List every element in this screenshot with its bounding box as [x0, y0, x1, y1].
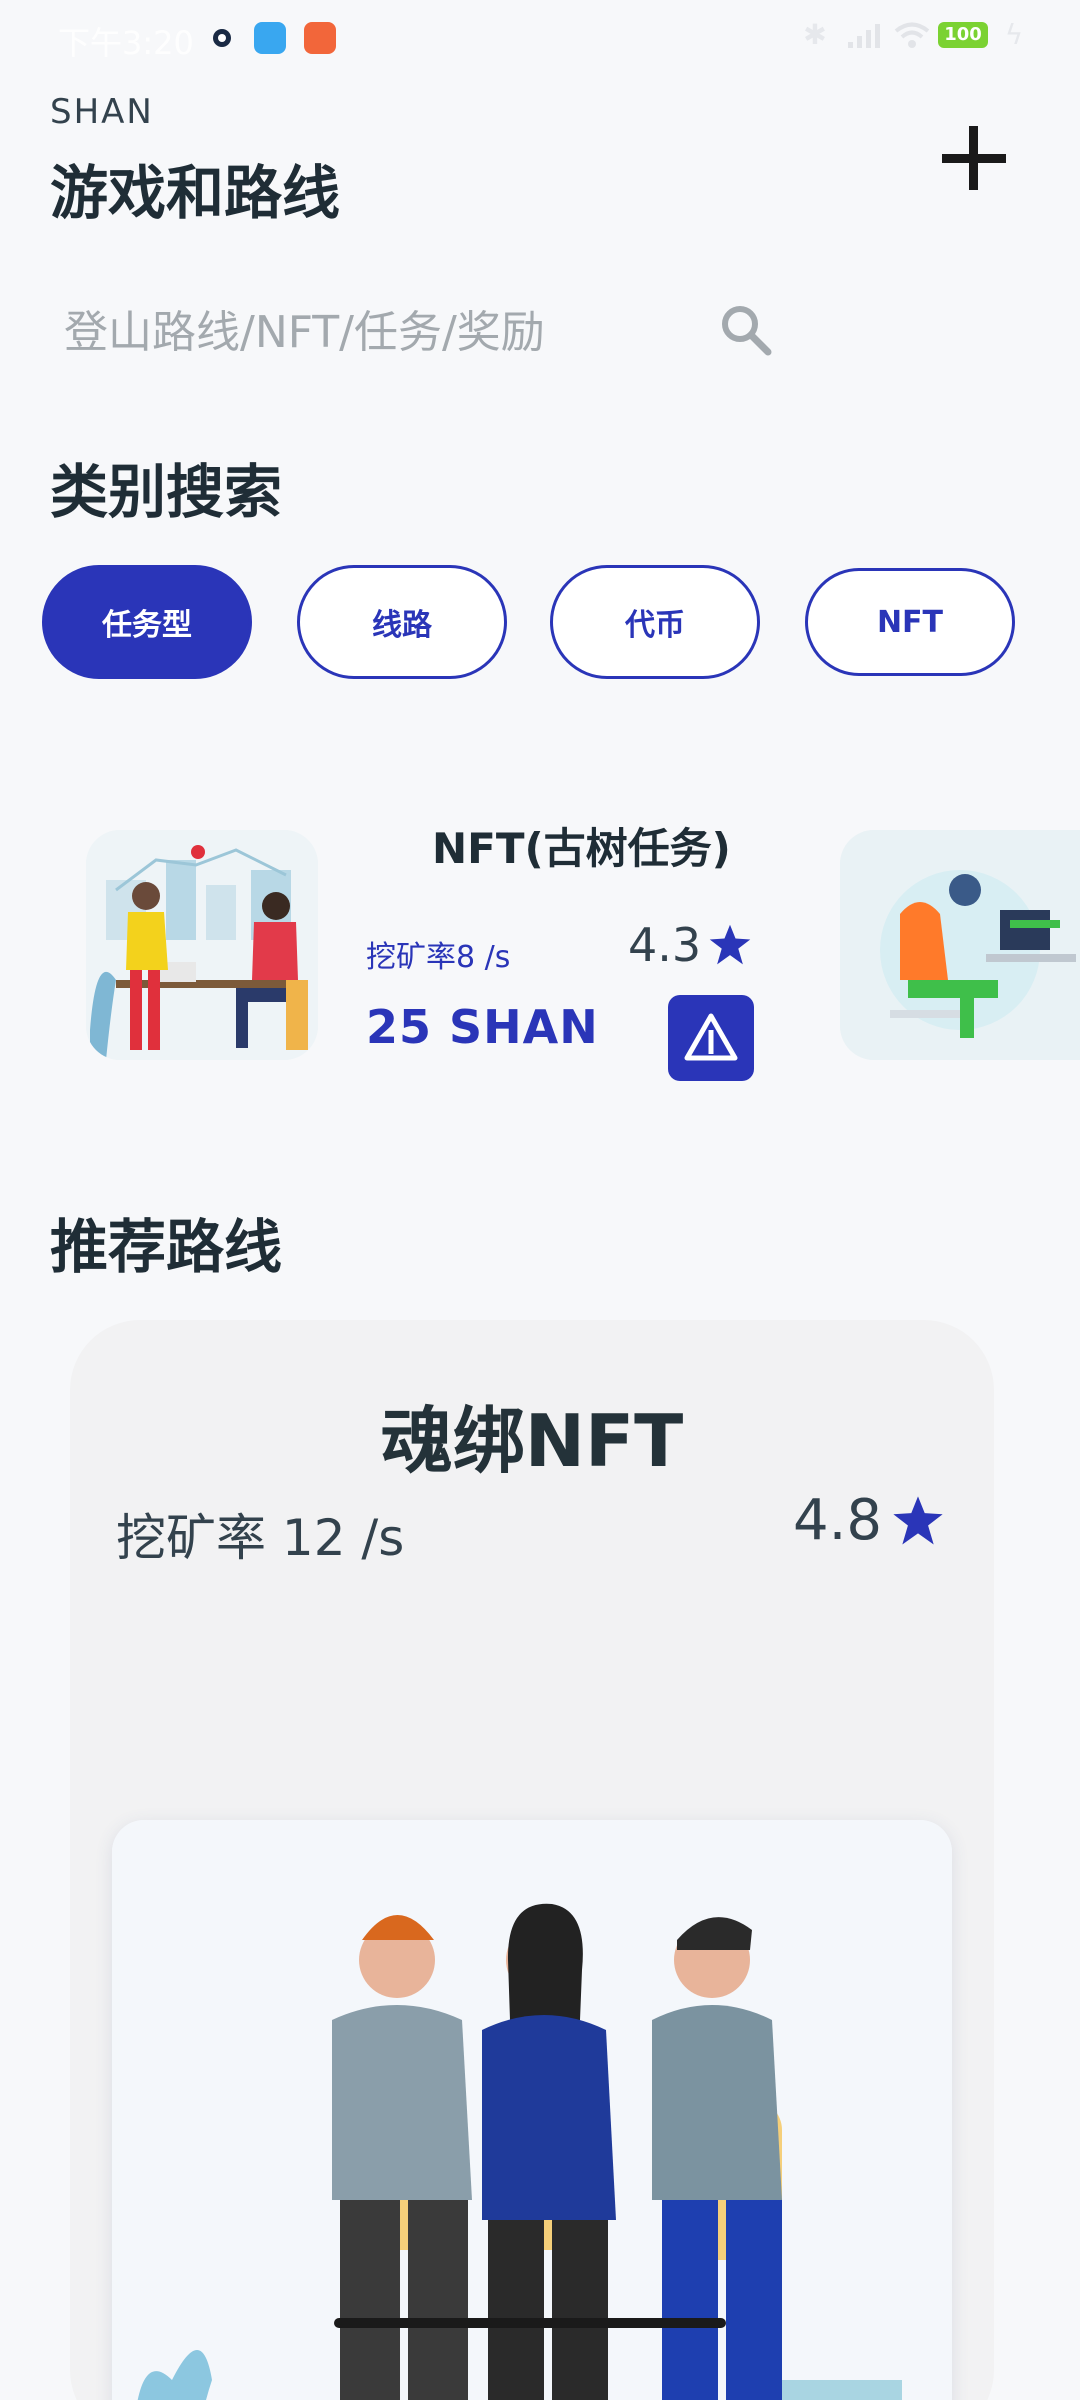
category-section-title: 类别搜索: [50, 458, 283, 526]
bluetooth-icon: ✱: [803, 18, 827, 51]
route-rating: 4.8: [793, 1488, 946, 1553]
category-chip-task[interactable]: 任务型: [42, 565, 252, 679]
route-card[interactable]: 魂绑NFT 挖矿率 12 /s 4.8: [70, 1320, 994, 2400]
route-title: 魂绑NFT: [380, 1399, 684, 1483]
status-time: 下午3:20: [58, 24, 194, 62]
task-action-button[interactable]: [668, 995, 754, 1081]
task-rating-value: 4.3: [628, 918, 702, 972]
route-rating-value: 4.8: [792, 1488, 882, 1553]
task-illustration[interactable]: [86, 830, 318, 1060]
category-chip-nft[interactable]: NFT: [805, 568, 1015, 676]
task-title: NFT(古树任务): [432, 824, 731, 873]
task-rating: 4.3: [628, 918, 753, 972]
signal-icon: [846, 20, 880, 50]
home-indicator[interactable]: [334, 2318, 726, 2328]
notes-app-icon: [254, 22, 286, 54]
task-mining-rate: 挖矿率8 /s: [366, 940, 511, 975]
status-right: ✱ 100 ϟ: [800, 20, 1024, 50]
charging-icon: ϟ: [1004, 18, 1024, 51]
route-mining-rate: 挖矿率 12 /s: [116, 1509, 405, 1567]
store-app-icon: [304, 22, 336, 54]
category-chip-route[interactable]: 线路: [297, 565, 507, 679]
task-reward: 25 SHAN: [366, 1000, 599, 1054]
route-illustration: [112, 1820, 952, 2400]
wifi-icon: [892, 20, 930, 50]
search-input[interactable]: [50, 292, 700, 372]
routes-section-title: 推荐路线: [50, 1213, 283, 1281]
star-icon: [893, 1495, 943, 1545]
page-title: 游戏和路线: [50, 159, 341, 227]
task-illustration-next[interactable]: [840, 830, 1080, 1060]
status-bar: 下午3:20 ✱ 100 ϟ: [0, 0, 1080, 80]
gear-app-icon: [206, 22, 238, 54]
screen: 下午3:20 ✱ 100 ϟ SHAN 游戏和路线 类别搜索 任务型 线: [0, 0, 1080, 2400]
battery-indicator: 100: [938, 22, 988, 48]
search-icon[interactable]: [716, 300, 776, 360]
category-chip-token[interactable]: 代币: [550, 565, 760, 679]
brand-label: SHAN: [50, 92, 154, 132]
triangle-icon: [684, 1013, 738, 1061]
search-bar[interactable]: [50, 292, 790, 372]
star-icon: [709, 924, 751, 965]
plus-icon[interactable]: [936, 120, 1012, 196]
